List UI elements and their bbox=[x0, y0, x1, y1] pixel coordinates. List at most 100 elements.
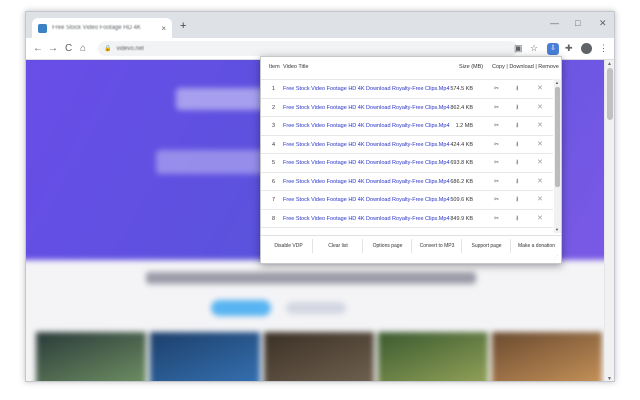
copy-icon[interactable]: ✂ bbox=[494, 141, 499, 148]
popup-scrollbar-thumb[interactable] bbox=[555, 87, 560, 187]
remove-icon[interactable]: ✕ bbox=[537, 195, 543, 203]
scroll-down-icon[interactable]: ▼ bbox=[607, 376, 612, 381]
scroll-down-icon[interactable]: ▼ bbox=[555, 227, 559, 232]
video-title-link[interactable]: Free Stock Video Footage HD 4K Download … bbox=[283, 179, 450, 185]
back-icon[interactable]: ← bbox=[33, 42, 43, 55]
make-a-donation-button[interactable]: Make a donation bbox=[513, 239, 561, 253]
address-bar[interactable]: 🔒 videvo.net bbox=[98, 41, 518, 56]
row-item-number: 4 bbox=[272, 141, 276, 148]
clear-list-button[interactable]: Clear list bbox=[315, 239, 363, 253]
thumbnail-placeholder bbox=[36, 332, 146, 381]
remove-icon[interactable]: ✕ bbox=[537, 140, 543, 148]
copy-icon[interactable]: ✂ bbox=[494, 122, 499, 129]
star-icon[interactable]: ☆ bbox=[530, 42, 538, 55]
thumbnail-placeholder bbox=[264, 332, 374, 381]
convert-to-mp3-button[interactable]: Convert to MP3 bbox=[414, 239, 462, 253]
download-icon[interactable]: ⭳ bbox=[516, 158, 518, 169]
disable-vdp-button[interactable]: Disable VDP bbox=[265, 239, 313, 253]
video-title-link[interactable]: Free Stock Video Footage HD 4K Download … bbox=[283, 216, 450, 222]
video-title-link[interactable]: Free Stock Video Footage HD 4K Download … bbox=[283, 142, 450, 148]
download-icon[interactable]: ⭳ bbox=[516, 214, 518, 225]
download-icon: ⇩ bbox=[547, 43, 559, 55]
remove-icon[interactable]: ✕ bbox=[537, 103, 543, 111]
favicon-icon bbox=[38, 23, 47, 33]
scroll-up-icon[interactable]: ▲ bbox=[607, 61, 612, 67]
avatar-icon bbox=[581, 43, 592, 54]
video-row: 8 Free Stock Video Footage HD 4K Download… bbox=[261, 208, 553, 227]
menu-icon[interactable]: ⋮ bbox=[599, 42, 608, 55]
download-icon[interactable]: ⭳ bbox=[516, 232, 518, 233]
minimize-icon[interactable]: — bbox=[550, 17, 559, 29]
video-title-link[interactable]: Free Stock Video Footage HD 4K Download … bbox=[283, 197, 450, 203]
copy-icon[interactable]: ✂ bbox=[494, 196, 499, 203]
video-title-link[interactable]: Free Stock Video Footage HD 4K Download … bbox=[283, 160, 450, 166]
copy-icon[interactable]: ✂ bbox=[494, 178, 499, 185]
video-row: 9Free Stock Video Footage HD 4K Download… bbox=[261, 227, 553, 233]
browser-tab[interactable]: Free Stock Video Footage HD 4K × bbox=[32, 18, 172, 38]
video-row: 1 Free Stock Video Footage HD 4K Download… bbox=[261, 79, 553, 97]
video-size: 574.5 KB bbox=[450, 86, 473, 92]
options-page-button[interactable]: Options page bbox=[364, 239, 412, 253]
new-tab-button[interactable]: + bbox=[180, 21, 186, 32]
filter-pill-placeholder bbox=[211, 300, 271, 316]
scrollbar-thumb[interactable] bbox=[607, 68, 613, 120]
download-icon[interactable]: ⭳ bbox=[516, 121, 518, 132]
extensions-puzzle-icon[interactable]: ✚ bbox=[565, 42, 573, 55]
video-title-link[interactable]: Free Stock Video Footage HD 4K Download … bbox=[283, 123, 450, 129]
row-item-number: 3 bbox=[272, 123, 276, 129]
video-size: 693.8 KB bbox=[450, 160, 473, 166]
page-scrollbar[interactable]: ▲ ▼ bbox=[604, 60, 614, 381]
video-row: 4 Free Stock Video Footage HD 4K Download… bbox=[261, 134, 553, 153]
download-icon[interactable]: ⭳ bbox=[516, 195, 518, 206]
remove-icon[interactable]: ✕ bbox=[537, 232, 543, 233]
header-item: Item bbox=[269, 64, 280, 70]
video-row: 3 Free Stock Video Footage HD 4K Download… bbox=[261, 116, 553, 134]
remove-icon[interactable]: ✕ bbox=[537, 121, 543, 129]
reload-icon[interactable]: C bbox=[65, 42, 72, 55]
copy-icon[interactable]: ✂ bbox=[494, 104, 499, 111]
video-size: 862.4 KB bbox=[450, 104, 473, 111]
remove-icon[interactable]: ✕ bbox=[537, 158, 543, 166]
support-page-button[interactable]: Support page bbox=[463, 239, 511, 253]
home-icon[interactable]: ⌂ bbox=[80, 42, 86, 55]
row-item-number: 1 bbox=[272, 86, 276, 92]
url-text: videvo.net bbox=[116, 45, 144, 52]
video-downloader-extension-icon[interactable]: ⇩ bbox=[547, 43, 559, 55]
maximize-icon[interactable]: □ bbox=[575, 17, 580, 29]
video-size: 849.9 KB bbox=[450, 215, 473, 222]
thumbnail-placeholder bbox=[492, 332, 602, 381]
tab-strip: Free Stock Video Footage HD 4K × + — □ ✕ bbox=[26, 12, 614, 38]
video-row: 5 Free Stock Video Footage HD 4K Download… bbox=[261, 153, 553, 171]
remove-icon[interactable]: ✕ bbox=[537, 177, 543, 185]
video-downloader-popup: Item Video Title Size (MB) Copy | Downlo… bbox=[260, 56, 562, 264]
download-icon[interactable]: ⭳ bbox=[516, 140, 518, 151]
tab-close-icon[interactable]: × bbox=[161, 24, 166, 33]
video-size: 1.2 MB bbox=[455, 123, 473, 129]
video-title-link[interactable]: Free Stock Video Footage HD 4K Download … bbox=[283, 105, 450, 111]
remove-icon[interactable]: ✕ bbox=[537, 214, 543, 222]
popup-scrollbar[interactable]: ▲ ▼ bbox=[554, 79, 561, 233]
download-icon[interactable]: ⭳ bbox=[516, 103, 518, 114]
download-icon[interactable]: ⭳ bbox=[516, 177, 518, 188]
tab-title: Free Stock Video Footage HD 4K bbox=[52, 25, 141, 31]
header-actions: Copy | Download | Remove bbox=[492, 64, 559, 70]
resize-grip-icon[interactable]: ⋰ bbox=[553, 255, 558, 261]
profile-avatar[interactable] bbox=[581, 43, 592, 54]
row-item-number: 6 bbox=[272, 178, 276, 185]
close-window-icon[interactable]: ✕ bbox=[599, 17, 607, 29]
lock-icon: 🔒 bbox=[104, 46, 112, 52]
video-title-link[interactable]: Free Stock Video Footage HD 4K Download … bbox=[283, 86, 450, 92]
copy-icon[interactable]: ✂ bbox=[494, 215, 499, 222]
forward-icon[interactable]: → bbox=[48, 42, 58, 55]
thumbnail-placeholder bbox=[150, 332, 260, 381]
copy-icon[interactable]: ✂ bbox=[494, 159, 499, 166]
row-item-number: 8 bbox=[272, 215, 276, 222]
copy-icon[interactable]: ✂ bbox=[494, 85, 499, 92]
header-video-title: Video Title bbox=[283, 64, 309, 70]
download-icon[interactable]: ⭳ bbox=[516, 84, 518, 95]
scroll-up-icon[interactable]: ▲ bbox=[555, 80, 559, 85]
filter-pill-placeholder bbox=[286, 302, 346, 314]
remove-icon[interactable]: ✕ bbox=[537, 84, 543, 92]
table-header: Item Video Title Size (MB) Copy | Downlo… bbox=[261, 61, 561, 77]
page-info-icon[interactable]: ▣ bbox=[514, 42, 523, 55]
